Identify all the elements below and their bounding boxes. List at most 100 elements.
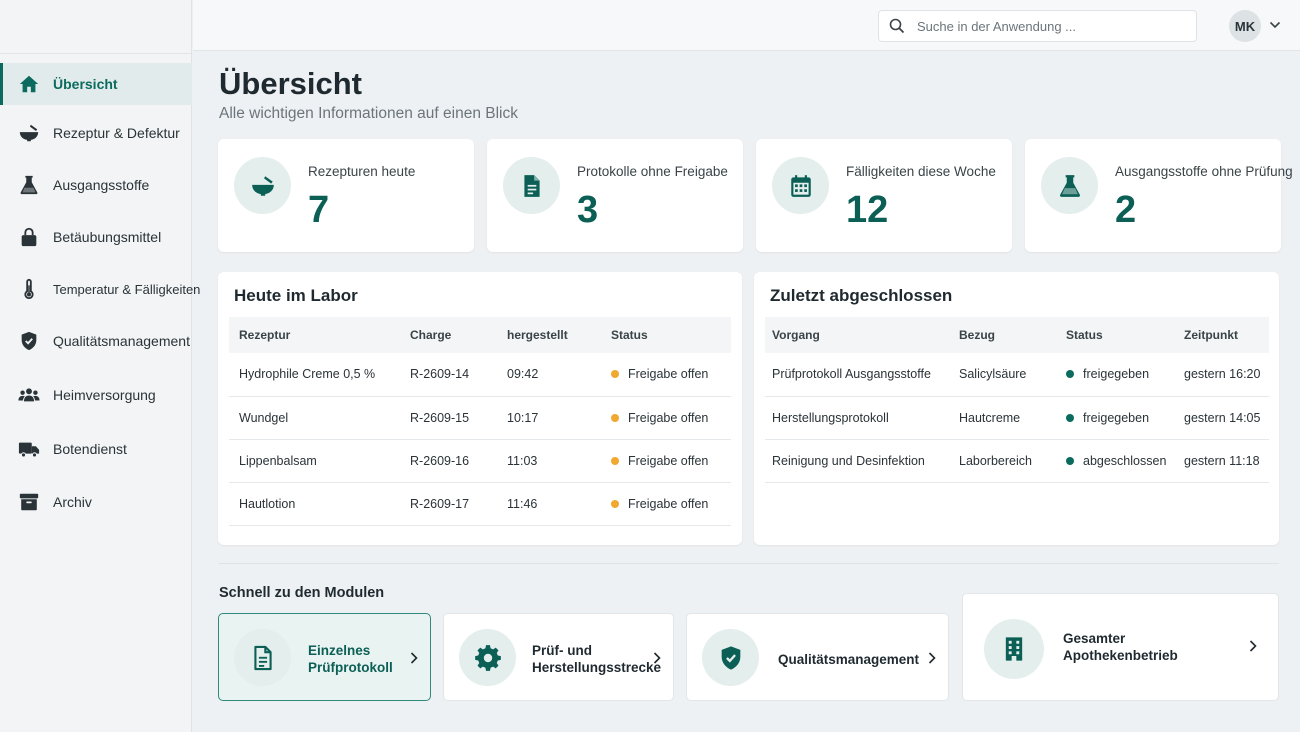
cell-bezug: Laborbereich bbox=[949, 439, 1056, 483]
status-badge: freigegeben bbox=[1056, 396, 1174, 440]
sidebar-item-betaeubungsmittel[interactable]: Betäubungsmittel bbox=[0, 216, 192, 258]
sidebar-item-ausgangsstoffe[interactable]: Ausgangsstoffe bbox=[0, 164, 192, 206]
lock-icon bbox=[18, 226, 40, 248]
status-dot bbox=[611, 499, 619, 508]
column-header: Charge bbox=[400, 317, 497, 353]
recent-table: Vorgang Bezug Status Zeitpunkt Prüfproto… bbox=[765, 317, 1269, 483]
cell-charge: R-2609-14 bbox=[400, 353, 497, 397]
table-row[interactable]: Hautlotion R-2609-17 11:46 Freigabe offe… bbox=[229, 482, 731, 526]
shield-icon bbox=[721, 645, 740, 670]
module-label-line2: Apothekenbetrieb bbox=[1063, 648, 1178, 663]
column-header: Status bbox=[1056, 317, 1174, 353]
module-label-line1: Einzelnes bbox=[308, 643, 371, 658]
cell-bezug: Hautcreme bbox=[949, 396, 1056, 440]
topbar: MK bbox=[193, 0, 1300, 51]
shield-icon bbox=[18, 330, 40, 352]
kpi-card-protokolle[interactable]: Protokolle ohne Freigabe 3 bbox=[487, 139, 743, 252]
module-icon-circle bbox=[459, 629, 516, 686]
mortar-icon bbox=[18, 122, 40, 144]
table-row[interactable]: Wundgel R-2609-15 10:17 Freigabe offen bbox=[229, 396, 731, 440]
module-pruef-herstellungsstrecke[interactable]: Prüf- und Herstellungsstrecke bbox=[443, 613, 674, 701]
status-text: Freigabe offen bbox=[628, 410, 709, 425]
status-text: abgeschlossen bbox=[1083, 453, 1167, 468]
sidebar-item-uebersicht[interactable]: Übersicht bbox=[0, 63, 192, 105]
cell-bezug: Salicylsäure bbox=[949, 353, 1056, 397]
status-badge: abgeschlossen bbox=[1056, 439, 1174, 483]
panel-zuletzt-abgeschlossen: Zuletzt abgeschlossen Vorgang Bezug Stat… bbox=[754, 272, 1279, 545]
module-label-line1: Qualitätsmanagement bbox=[778, 652, 920, 667]
kpi-label: Fälligkeiten diese Woche bbox=[846, 164, 996, 179]
status-dot bbox=[1066, 413, 1074, 422]
building-icon bbox=[1005, 637, 1023, 661]
page-title: Übersicht bbox=[219, 66, 362, 101]
status-badge: Freigabe offen bbox=[601, 482, 731, 526]
kpi-label: Ausgangsstoffe ohne Prüfung bbox=[1115, 164, 1293, 179]
module-qualitaetsmanagement[interactable]: Qualitätsmanagement bbox=[686, 613, 949, 701]
flask-icon bbox=[1059, 174, 1080, 197]
table-row[interactable]: Reinigung und Desinfektion Laborbereich … bbox=[765, 439, 1269, 483]
module-icon-circle bbox=[984, 619, 1044, 679]
sidebar-item-rezeptur-defektur[interactable]: Rezeptur & Defektur bbox=[0, 112, 192, 154]
status-badge: Freigabe offen bbox=[601, 353, 731, 397]
kpi-card-rezepturen[interactable]: Rezepturen heute 7 bbox=[218, 139, 474, 252]
status-text: Freigabe offen bbox=[628, 453, 709, 468]
module-label-line1: Prüf- und bbox=[532, 643, 592, 658]
cell-charge: R-2609-17 bbox=[400, 482, 497, 526]
status-text: Freigabe offen bbox=[628, 367, 709, 382]
sidebar-logo-area bbox=[0, 0, 191, 54]
sidebar-item-archiv[interactable]: Archiv bbox=[0, 481, 192, 523]
chevron-down-icon[interactable] bbox=[1268, 18, 1282, 32]
cell-charge: R-2609-15 bbox=[400, 396, 497, 440]
cell-hergestellt: 10:17 bbox=[497, 396, 601, 440]
search-box[interactable] bbox=[878, 10, 1197, 42]
section-title: Schnell zu den Modulen bbox=[219, 585, 385, 601]
column-header: Vorgang bbox=[765, 317, 949, 353]
kpi-label: Rezepturen heute bbox=[308, 164, 416, 179]
kpi-icon-circle bbox=[1041, 157, 1098, 214]
sidebar-item-label: Rezeptur & Defektur bbox=[53, 125, 180, 141]
sidebar-item-botendienst[interactable]: Botendienst bbox=[0, 428, 192, 470]
sidebar-item-label: Qualitätsmanagement bbox=[53, 333, 190, 349]
module-label-line2: Prüfprotokoll bbox=[308, 660, 393, 675]
cell-rezeptur: Wundgel bbox=[229, 396, 400, 440]
sidebar-item-qualitaetsmanagement[interactable]: Qualitätsmanagement bbox=[0, 320, 192, 362]
status-dot bbox=[611, 370, 619, 379]
column-header: Rezeptur bbox=[229, 317, 400, 353]
column-header: Zeitpunkt bbox=[1174, 317, 1269, 353]
lab-table: Rezeptur Charge hergestellt Status Hydro… bbox=[229, 317, 731, 526]
status-badge: Freigabe offen bbox=[601, 396, 731, 440]
column-header: hergestellt bbox=[497, 317, 601, 353]
avatar[interactable]: MK bbox=[1229, 10, 1261, 42]
chevron-right-icon bbox=[928, 652, 936, 664]
kpi-icon-circle bbox=[503, 157, 560, 214]
cell-vorgang: Herstellungsprotokoll bbox=[765, 396, 949, 440]
panel-heute-im-labor: Heute im Labor Rezeptur Charge hergestel… bbox=[218, 272, 742, 545]
cell-rezeptur: Hautlotion bbox=[229, 482, 400, 526]
kpi-card-ausgangsstoffe[interactable]: Ausgangsstoffe ohne Prüfung 2 bbox=[1025, 139, 1293, 252]
kpi-card-faelligkeiten[interactable]: Fälligkeiten diese Woche 12 bbox=[756, 139, 1012, 252]
cell-zeitpunkt: gestern 11:18 bbox=[1174, 439, 1269, 483]
table-row[interactable]: Hydrophile Creme 0,5 % R-2609-14 09:42 F… bbox=[229, 353, 731, 397]
sidebar-item-label: Betäubungsmittel bbox=[53, 229, 162, 245]
sidebar: Übersicht Rezeptur & Defektur Ausgangsst… bbox=[0, 0, 200, 732]
kpi-icon-circle bbox=[772, 157, 829, 214]
gear-icon bbox=[474, 644, 501, 671]
flask-icon bbox=[18, 174, 40, 196]
module-label: Einzelnes Prüfprotokoll bbox=[308, 642, 393, 676]
kpi-icon-circle bbox=[234, 157, 291, 214]
archive-icon bbox=[18, 491, 40, 513]
truck-icon bbox=[18, 438, 40, 460]
table-row[interactable]: Prüfprotokoll Ausgangsstoffe Salicylsäur… bbox=[765, 353, 1269, 397]
chevron-right-icon bbox=[1249, 640, 1257, 652]
table-row[interactable]: Lippenbalsam R-2609-16 11:03 Freigabe of… bbox=[229, 439, 731, 483]
kpi-value: 7 bbox=[308, 189, 330, 231]
kpi-label: Protokolle ohne Freigabe bbox=[577, 164, 728, 179]
sidebar-item-heimversorgung[interactable]: Heimversorgung bbox=[0, 374, 192, 416]
table-row[interactable]: Herstellungsprotokoll Hautcreme freigege… bbox=[765, 396, 1269, 440]
chevron-right-icon bbox=[410, 652, 418, 664]
sidebar-item-temperatur-faelligkeiten[interactable]: Temperatur & Fälligkeiten bbox=[0, 268, 200, 310]
module-label-line1: Gesamter bbox=[1063, 631, 1126, 646]
search-input[interactable] bbox=[917, 18, 1177, 34]
module-gesamter-apothekenbetrieb[interactable]: Gesamter Apothekenbetrieb bbox=[962, 593, 1279, 701]
module-einzelnes-pruefprotokoll[interactable]: Einzelnes Prüfprotokoll bbox=[218, 613, 431, 701]
